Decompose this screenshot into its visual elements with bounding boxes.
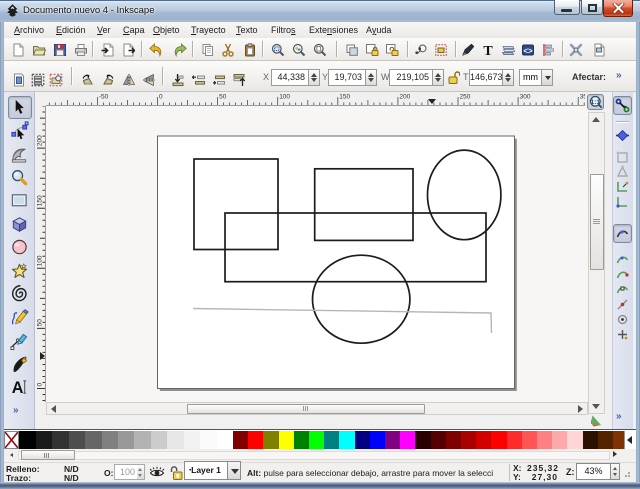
svg-text:100: 100 [279, 94, 290, 101]
svg-text:<>: <> [523, 47, 533, 56]
svg-text:300: 300 [520, 94, 531, 101]
svg-text:100: 100 [37, 255, 44, 266]
svg-text:T: T [483, 44, 493, 57]
svg-text:0: 0 [159, 94, 163, 101]
svg-text:50: 50 [219, 94, 227, 101]
svg-text:A: A [12, 379, 24, 397]
svg-text:-50: -50 [99, 94, 109, 101]
svg-text:150: 150 [339, 94, 350, 101]
svg-text:200: 200 [399, 94, 410, 101]
svg-text:50: 50 [37, 319, 44, 327]
svg-text:250: 250 [460, 94, 471, 101]
svg-text:0: 0 [37, 383, 44, 387]
svg-text:200: 200 [37, 135, 44, 146]
svg-text:150: 150 [37, 195, 44, 206]
svg-text:350: 350 [580, 94, 585, 101]
